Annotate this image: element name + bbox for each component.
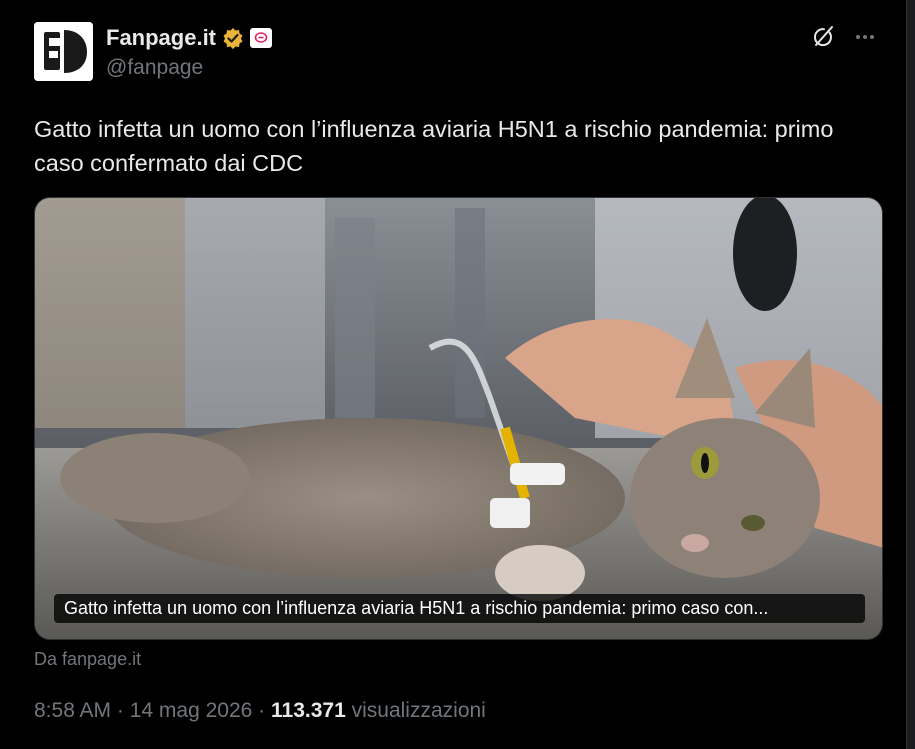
card-caption[interactable]: Gatto infetta un uomo con l’influenza av… — [54, 594, 865, 623]
tweet-time[interactable]: 8:58 AM — [34, 699, 111, 722]
fanpage-logo-icon — [34, 22, 93, 81]
card-source-link[interactable]: Da fanpage.it — [34, 649, 141, 670]
author-handle[interactable]: @fanpage — [106, 56, 203, 80]
header-actions — [810, 24, 876, 50]
tweet-card: Fanpage.it @fanpage Gatto infetta un uom… — [0, 0, 907, 749]
grok-icon[interactable] — [810, 24, 836, 50]
verified-badge-icon[interactable] — [222, 27, 244, 49]
views-count: 113.371 — [271, 699, 346, 722]
tweet-text: Gatto infetta un uomo con l’influenza av… — [34, 116, 834, 176]
cat-photo-image — [35, 198, 882, 639]
tweet-meta: 8:58 AM · 14 mag 2026 · 113.371 visualiz… — [34, 699, 486, 723]
link-card-media[interactable]: Gatto infetta un uomo con l’influenza av… — [34, 197, 883, 640]
meta-separator: · — [252, 699, 272, 722]
tweet-header: Fanpage.it @fanpage — [34, 22, 876, 82]
author-name[interactable]: Fanpage.it — [106, 25, 216, 51]
affiliate-badge-icon[interactable] — [250, 28, 273, 48]
author-name-row: Fanpage.it — [106, 25, 273, 51]
tweet-date[interactable]: 14 mag 2026 — [130, 699, 253, 722]
views-label: visualizzazioni — [345, 699, 486, 722]
meta-separator: · — [111, 699, 130, 722]
more-icon[interactable] — [854, 26, 876, 48]
avatar[interactable] — [34, 22, 93, 81]
